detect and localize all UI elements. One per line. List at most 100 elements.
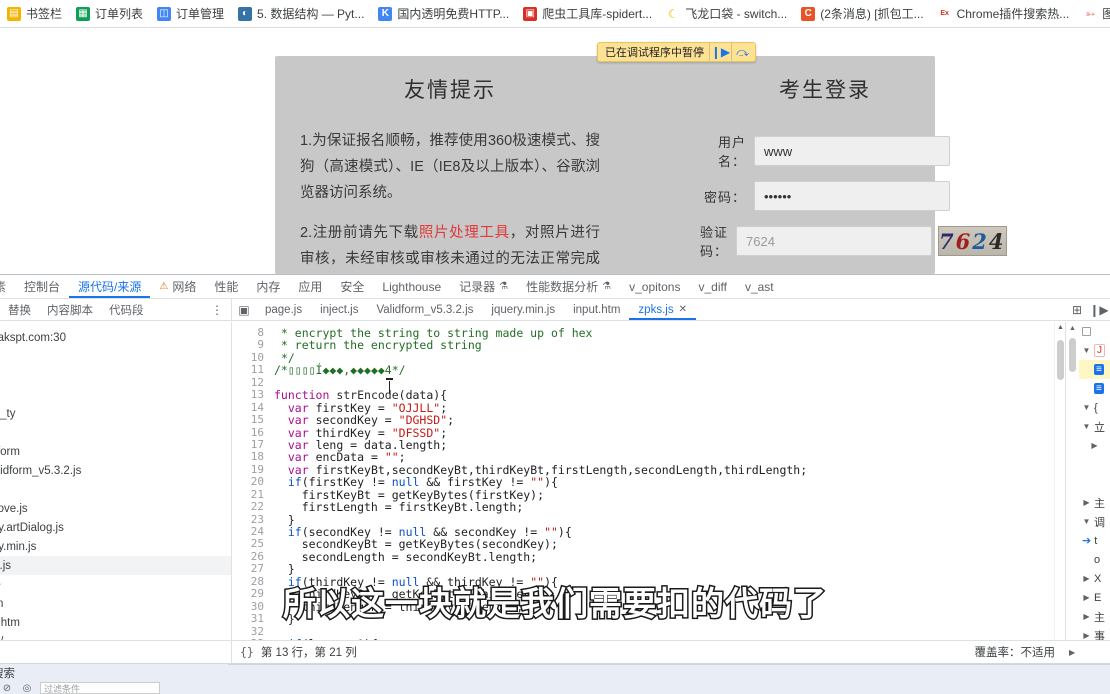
code-line[interactable]: 11/*▯▯▯▯Í◆◆◆,◆◆◆◆◆4*/ [232,363,1065,376]
sidebar-row[interactable]: ▶ [1079,436,1110,455]
code-line[interactable]: 15 var secondKey = "DGHSD"; [232,413,1065,426]
sidebar-row[interactable]: o [1079,550,1110,569]
bookmark-item[interactable]: Ex Chrome插件搜索热... [931,2,1077,26]
file-navigator[interactable]: makspt.com:30;es_tyidform/alidform_v5.3.… [0,322,232,669]
tab-网络[interactable]: ⚠ 网络 [150,275,205,298]
chevron-right-icon[interactable]: ▶ [1082,498,1091,507]
clear-icon[interactable]: ⊘ [0,682,14,694]
captcha-input[interactable] [736,226,932,256]
filter-input[interactable]: 过滤条件 [40,682,160,694]
nav-item[interactable]: gin [0,594,231,613]
tab-性能[interactable]: 性能 [205,275,247,298]
checkbox-icon[interactable] [1082,327,1091,336]
show-sidebar-icon[interactable]: ⊞ [1066,299,1088,320]
editor-file-tabs[interactable]: ▣ page.js inject.js Validform_v5.3.2.js jque… [232,299,1110,320]
nav-item[interactable]: ge [0,575,231,594]
nav-item[interactable]: ; [0,385,231,404]
line-number[interactable]: 13 [232,388,274,401]
bookmark-item[interactable]: C (2条消息) [抓包工... [794,2,930,26]
sidebar-scroll-up-arrow[interactable]: ▲ [1066,322,1079,334]
resume-script-icon[interactable]: ❙▶ [709,43,731,61]
username-input[interactable] [754,136,950,166]
file-tab-page.js[interactable]: page.js [256,299,311,320]
line-number[interactable]: 8 [232,326,274,339]
code-line[interactable]: 27 } [232,562,1065,575]
code-text[interactable]: secondLength = secondKeyBt.length; [274,550,1065,563]
code-line[interactable]: 29 thirdKeyBt = getKeyBytes(thirdKey); [232,587,1065,601]
photo-tool-link[interactable]: 照片处理工具 [419,225,510,241]
tab-clipped[interactable]: 素 [0,275,15,298]
tab-v_diff[interactable]: v_diff [689,275,735,298]
bookmark-bar[interactable]: ▤ 书签栏 ▦ 订单列表 ◫ 订单管理 ◐ 5. 数据结构 — Pyt... K 国内透明免费HT… [0,0,1110,28]
tab-应用[interactable]: 应用 [289,275,331,298]
nav-item[interactable]: ks.js [0,556,231,575]
bookmark-item[interactable]: K 国内透明免费HTTP... [371,2,516,26]
sidebar-row[interactable]: ▶ 主 [1079,493,1110,512]
sidebar-row[interactable]: ➔ t [1079,531,1110,550]
file-tab-zpks.js[interactable]: zpks.js ✕ [629,299,696,320]
file-tab-Validform_v5.3.2.js[interactable]: Validform_v5.3.2.js [367,299,482,320]
code-line[interactable]: 31 } [232,612,1065,626]
line-number[interactable]: 15 [232,413,274,426]
tab-Lighthouse[interactable]: Lighthouse [373,275,450,298]
code-text[interactable]: * return the encrypted string [274,339,1065,351]
debugger-sidebar-rows[interactable]: ▼J ≡ ≡ ▼{ ▼立 ▶ ▶主 ▼调 ➔t o ▶X ▶E ▶主 ▶事 ▶C [1079,322,1110,669]
tab-性能数据分析[interactable]: 性能数据分析 ⚗ [517,275,620,298]
chevron-right-icon[interactable]: ▶ [1082,593,1091,602]
nav-item[interactable]: ery.artDialog.js [0,518,231,537]
file-tab-input.htm[interactable]: input.htm [564,299,629,320]
more-vertical-icon[interactable]: ⋮ [203,303,231,317]
nav-item[interactable]: ery.min.js [0,537,231,556]
file-tab-inject.js[interactable]: inject.js [311,299,367,320]
tab-安全[interactable]: 安全 [331,275,373,298]
code-text[interactable]: thirdKeyBt = getKeyBytes(thirdKey); [274,588,1065,601]
code-line[interactable]: 30 thirdLength = thirdKeyBt.length; [232,600,1065,613]
nav-item[interactable]: ns [0,480,231,499]
chevron-down-icon[interactable]: ▼ [1082,517,1091,526]
line-number[interactable]: 11 [232,363,274,376]
code-line[interactable]: 18 var encData = ""; [232,450,1065,463]
bookmark-item[interactable]: ▤ 书签栏 [0,2,69,26]
sidebar-row[interactable]: ▼ J [1079,341,1110,360]
pretty-print-icon[interactable]: {} [240,645,254,659]
code-editor[interactable]: 8 * encrypt the string to string made up… [232,322,1065,669]
sidebar-row[interactable] [1079,322,1110,341]
subtab-代码段[interactable]: 代码段 [101,302,152,318]
close-icon[interactable]: ✕ [679,304,687,315]
code-lines[interactable]: 8 * encrypt the string to string made up… [232,322,1065,669]
bookmark-item[interactable]: ◫ 订单管理 [150,2,231,26]
code-text[interactable]: } [274,613,1065,626]
sidebar-row[interactable]: ▼ 调 [1079,512,1110,531]
nav-item[interactable]: makspt.com:30 [0,328,231,347]
tab-记录器[interactable]: 记录器 ⚗ [450,275,517,298]
show-navigator-icon[interactable]: ▣ [232,303,256,317]
bookmark-item[interactable]: ◐ 5. 数据结构 — Pyt... [231,2,371,26]
chevron-right-icon[interactable]: ▶ [1082,612,1091,621]
tab-内存[interactable]: 内存 [247,275,289,298]
chevron-right-icon[interactable]: ▶ [1082,574,1091,583]
code-line[interactable]: 22 firstLength = firstKeyBt.length; [232,500,1065,514]
tab-v_opitons[interactable]: v_opitons [620,275,689,298]
code-line[interactable]: 26 secondLength = secondKeyBt.length; [232,550,1065,563]
step-over-icon[interactable]: ⤼ [731,43,753,61]
nav-item[interactable]: ut.htm [0,613,231,632]
line-number[interactable]: 22 [232,500,274,513]
code-line[interactable]: 9 * return the encrypted string [232,338,1065,351]
file-tab-jquery.min.js[interactable]: jquery.min.js [482,299,564,320]
sidebar-row[interactable]: ▶ X [1079,569,1110,588]
code-text[interactable]: firstLength = firstKeyBt.length; [274,501,1065,514]
bookmark-item[interactable]: ➳ 图灵python [1076,2,1110,26]
password-input[interactable] [754,181,950,211]
sidebar-row[interactable]: ▶ 主 [1079,607,1110,626]
resume-icon[interactable]: ❙▶ [1088,299,1110,320]
scroll-up-arrow[interactable]: ▲ [1055,322,1065,333]
bookmark-item[interactable]: ▦ 订单列表 [69,2,150,26]
sidebar-scrollbar[interactable]: ▲ ▼ [1066,322,1079,669]
tab-源代码/来源[interactable]: 源代码/来源 [69,275,150,298]
code-text[interactable]: if(firstKey != null && firstKey != ""){ [274,476,1065,489]
nav-item[interactable]: /alidform_v5.3.2.js [0,461,231,480]
scroll-thumb[interactable] [1057,340,1064,380]
sources-subtabs[interactable]: 替换 内容脚本 代码段 ⋮ [0,299,232,320]
code-text[interactable]: thirdLength = thirdKeyBt.length; [274,600,1065,613]
sidebar-row[interactable]: ≡ [1079,360,1110,379]
